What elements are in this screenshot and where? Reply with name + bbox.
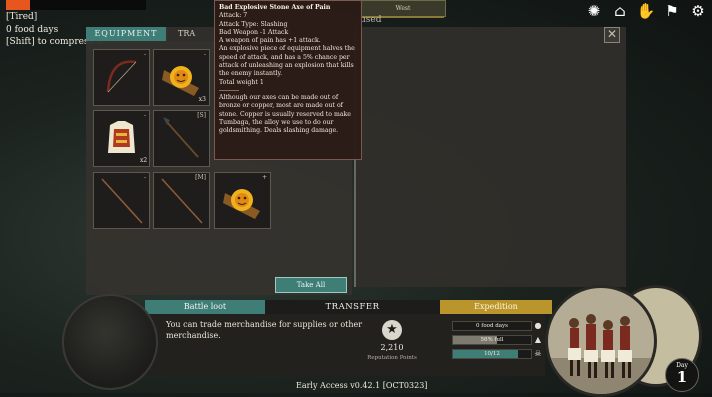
spear-icon	[163, 117, 199, 158]
right-panel	[354, 27, 626, 287]
bar-label: 0 food days	[476, 323, 508, 329]
tab-expedition[interactable]: Expedition	[440, 300, 552, 314]
warriors-bar: 10/12	[452, 349, 532, 359]
bar-label: 10/12	[484, 351, 500, 357]
apple-icon: ●	[534, 321, 542, 330]
health-bar	[6, 0, 146, 10]
item-tooltip: Bad Explosive Stone Axe of Pain Attack: …	[214, 0, 362, 160]
slot-quantity: x3	[198, 96, 206, 103]
right-panel-title: used	[360, 15, 382, 25]
bow-icon	[106, 60, 137, 93]
food-days-bar: 0 food days	[452, 321, 532, 331]
flag-icon[interactable]: ⚑	[662, 2, 682, 20]
tribe-icon[interactable]: ✺	[584, 2, 604, 20]
gear-icon[interactable]: ⚙	[688, 2, 708, 20]
inventory-slot[interactable]: - x2	[93, 110, 150, 167]
slot-corner: -	[203, 51, 206, 58]
inventory-slot[interactable]: - x3	[153, 49, 210, 106]
tooltip-explosive: An explosive piece of equipment halves t…	[219, 45, 355, 78]
tab-transfer[interactable]: TRANSFER	[265, 300, 440, 314]
expedition-portrait[interactable]	[545, 285, 657, 397]
tab-equipment[interactable]: EQUIPMENT	[86, 27, 166, 41]
transfer-description: You can trade merchandise for supplies o…	[166, 320, 363, 340]
tooltip-attack: Attack: 7	[219, 12, 248, 20]
inventory-slot[interactable]: [M]	[153, 172, 210, 229]
compass-direction: West	[395, 5, 411, 12]
tooltip-description: Although our axes can be made out of bro…	[219, 93, 351, 135]
tooltip-separator	[219, 89, 239, 91]
slot-corner: +	[261, 174, 267, 181]
bag-icon[interactable]: ⌂	[610, 2, 630, 20]
day-number: 1	[676, 368, 688, 386]
tab-battle-loot[interactable]: Battle loot	[145, 300, 265, 314]
tooltip-modifier: Bad Weapon -1 Attack	[219, 28, 289, 36]
reputation-label: Reputation Points	[367, 355, 417, 361]
capacity-bar: 56% full	[452, 335, 532, 345]
reputation-value: 2,210	[380, 343, 404, 352]
hands-icon[interactable]: ✋	[636, 2, 656, 20]
close-button[interactable]: ✕	[604, 27, 620, 43]
tooltip-attack-type: Attack Type: Slashing	[219, 20, 288, 28]
day-counter: Day 1	[665, 358, 699, 392]
warriors-illustration	[548, 314, 654, 394]
health-bar-fill	[6, 0, 30, 10]
inventory-slot[interactable]: +	[214, 172, 271, 229]
tooltip-title: Bad Explosive Stone Axe of Pain	[219, 4, 331, 11]
slot-corner: -	[143, 112, 146, 119]
slot-corner: -	[143, 51, 146, 58]
tooltip-weight: Total weight 1	[219, 78, 264, 86]
weight-icon: ▲	[534, 335, 542, 344]
stick-icon	[101, 178, 143, 224]
star-icon: ★	[382, 320, 402, 340]
tooltip-pain: A weapon of pain has +1 attack.	[219, 37, 321, 45]
version-label: Early Access v0.42.1 [OCT0323]	[296, 381, 428, 390]
inventory-slot[interactable]: -	[93, 172, 150, 229]
inventory-slot[interactable]: -	[93, 49, 150, 106]
bar-label: 56% full	[480, 337, 504, 343]
minimap-circle[interactable]	[62, 294, 158, 390]
inventory-slot[interactable]: [S]	[153, 110, 210, 167]
status-tired: [Tired]	[6, 12, 38, 22]
take-all-button[interactable]: Take All	[275, 277, 347, 293]
slot-corner: [S]	[197, 112, 206, 119]
stone-axe-icon	[223, 189, 260, 219]
skull-icon: ☠	[534, 349, 542, 358]
slot-corner: -	[143, 174, 146, 181]
stick-icon	[161, 178, 203, 224]
slot-corner: [M]	[195, 174, 206, 181]
slot-quantity: x2	[140, 157, 148, 164]
